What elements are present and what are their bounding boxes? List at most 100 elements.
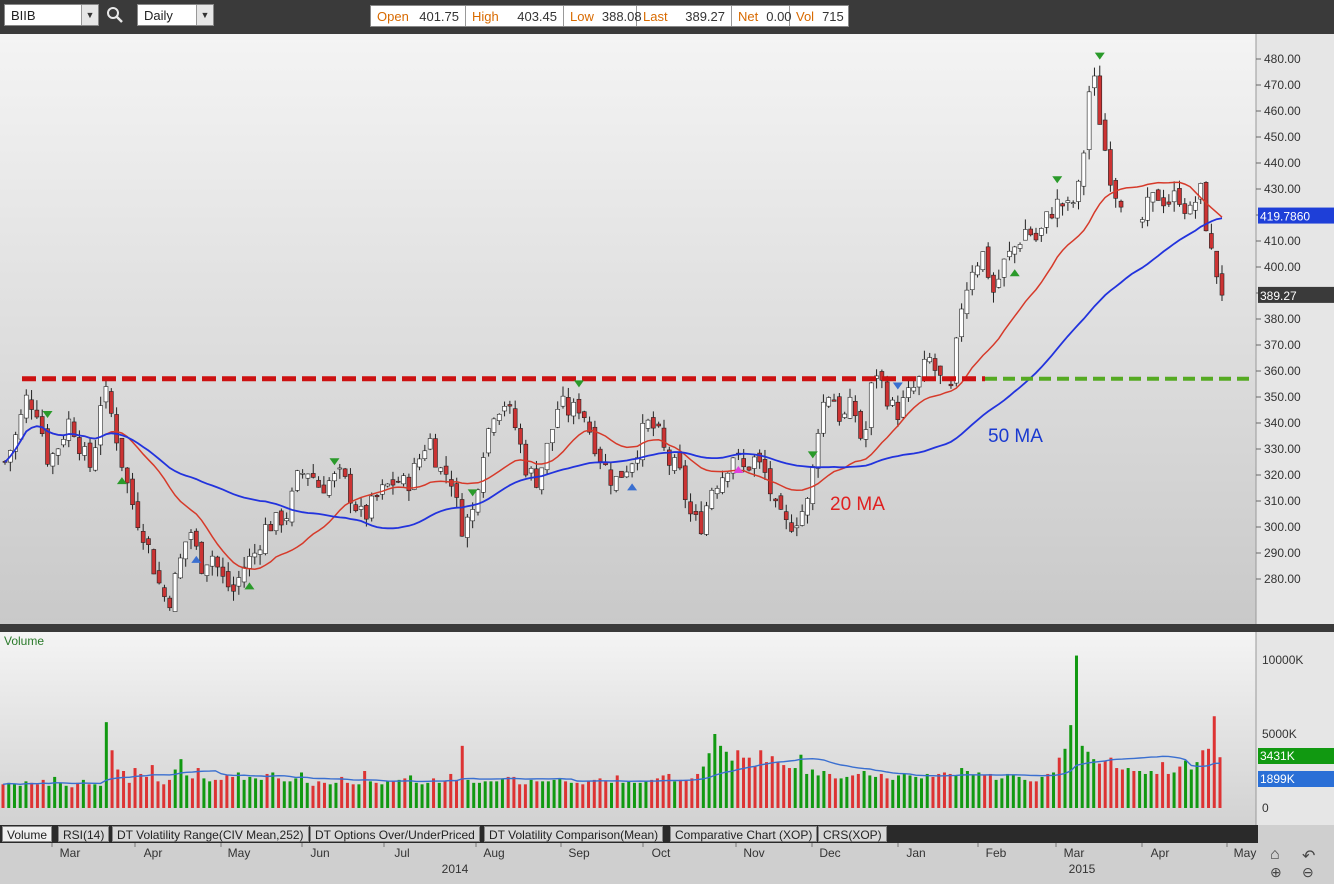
candle <box>1023 229 1028 241</box>
candle <box>821 401 826 434</box>
candle <box>762 459 768 473</box>
volume-bar <box>816 775 820 808</box>
candle <box>108 391 114 414</box>
y-tick-label: 340.00 <box>1264 416 1301 430</box>
volume-bar <box>787 768 791 808</box>
volume-bar <box>1184 760 1188 808</box>
candle <box>1007 250 1012 258</box>
volume-bar <box>466 779 470 808</box>
pane-separator[interactable] <box>0 624 1334 632</box>
volume-bar <box>12 784 16 808</box>
quote-low: Low 388.08 <box>564 6 642 26</box>
candle <box>146 538 151 545</box>
volume-bar <box>954 775 958 808</box>
chevron-down-icon[interactable]: ▼ <box>81 5 98 25</box>
candle <box>395 480 401 483</box>
candle <box>364 505 369 520</box>
volume-bar <box>391 781 395 808</box>
candle <box>868 382 874 428</box>
quote-label: Vol <box>796 8 815 24</box>
candle <box>151 549 157 575</box>
volume-bar <box>512 776 516 808</box>
candle <box>39 416 45 435</box>
volume-tick-label: 5000K <box>1262 727 1297 741</box>
volume-bar <box>380 784 384 808</box>
volume-bar <box>1006 773 1010 808</box>
candle <box>1150 192 1156 203</box>
candle <box>1177 188 1182 205</box>
volume-bar <box>99 785 103 808</box>
volume-bar <box>58 782 62 808</box>
volume-chart[interactable]: Volume 10000K 5000K 0 3431K 1899K <box>0 632 1334 825</box>
home-icon[interactable]: ⌂ <box>1270 846 1280 864</box>
candle <box>1081 152 1087 187</box>
candle <box>1049 213 1055 219</box>
candle <box>847 396 853 419</box>
volume-bar <box>1086 751 1090 808</box>
search-icon[interactable] <box>106 6 126 26</box>
tab-dt-options-over-underpriced[interactable]: DT Options Over/UnderPriced <box>310 826 480 842</box>
y-tick-label: 330.00 <box>1264 442 1301 456</box>
symbol-combobox[interactable]: BIIB ▼ <box>4 4 99 26</box>
volume-bar <box>965 771 969 808</box>
tab-crs-xop[interactable]: CRS(XOP) <box>818 826 887 842</box>
candle <box>704 505 709 535</box>
candle <box>512 408 518 428</box>
candle <box>279 510 284 526</box>
candle <box>411 463 417 490</box>
undo-icon[interactable]: ↶ <box>1302 846 1315 866</box>
candle <box>688 501 693 515</box>
month-label: Apr <box>144 846 163 860</box>
volume-pane-title: Volume <box>4 634 44 648</box>
volume-bar <box>219 779 223 808</box>
period-combobox[interactable]: Daily ▼ <box>137 4 214 26</box>
candle <box>916 376 922 388</box>
candle <box>571 402 576 417</box>
tab-dt-volatility-comparison-mean[interactable]: DT Volatility Comparison(Mean) <box>484 826 664 842</box>
price-chart[interactable]: 480.00470.00460.00450.00440.00430.00420.… <box>0 34 1334 624</box>
candle <box>470 509 475 522</box>
candle <box>534 468 539 488</box>
candle <box>895 401 901 420</box>
zoom-out-icon[interactable]: ⊖ <box>1302 864 1314 881</box>
volume-bar <box>523 784 527 808</box>
volume-bar <box>259 779 263 808</box>
candle <box>794 525 800 529</box>
volume-bar <box>1143 773 1147 808</box>
volume-bar <box>1155 773 1159 808</box>
month-label: Jul <box>394 846 409 860</box>
volume-bar <box>942 772 946 808</box>
candle <box>305 473 311 479</box>
tab-dt-volatility-range-civ-mean-252[interactable]: DT Volatility Range(CIV Mean,252) <box>112 826 309 842</box>
quote-label: Last <box>643 8 668 24</box>
volume-bar <box>340 776 344 808</box>
volume-bar <box>673 781 677 808</box>
tab-comparative-chart-xop[interactable]: Comparative Chart (XOP) <box>670 826 818 842</box>
candle <box>1001 258 1007 278</box>
candle <box>1182 203 1188 214</box>
volume-bar <box>713 734 717 808</box>
candle <box>975 265 980 276</box>
month-label: Dec <box>819 846 840 860</box>
volume-bar <box>845 776 849 808</box>
tab-rsi-14[interactable]: RSI(14) <box>58 826 110 842</box>
candle <box>1097 75 1103 125</box>
volume-bar <box>724 751 728 808</box>
quote-bar: Open 401.75 High 403.45 Low 388.08 Last 389.27 N… <box>370 5 849 27</box>
volume-bar <box>122 771 126 808</box>
volume-bar <box>610 782 613 808</box>
candle <box>523 443 529 476</box>
candle <box>629 463 635 473</box>
candle <box>332 473 337 482</box>
tab-volume[interactable]: Volume <box>2 826 53 842</box>
volume-bar <box>707 753 711 808</box>
volume-bar <box>627 781 631 808</box>
volume-bar <box>196 768 200 808</box>
volume-bar <box>477 782 481 808</box>
y-tick-label: 310.00 <box>1264 494 1301 508</box>
candle <box>87 442 93 468</box>
volume-bar <box>317 781 321 808</box>
volume-bar <box>1161 762 1165 808</box>
zoom-in-icon[interactable]: ⊕ <box>1270 864 1282 881</box>
chevron-down-icon[interactable]: ▼ <box>196 5 213 25</box>
